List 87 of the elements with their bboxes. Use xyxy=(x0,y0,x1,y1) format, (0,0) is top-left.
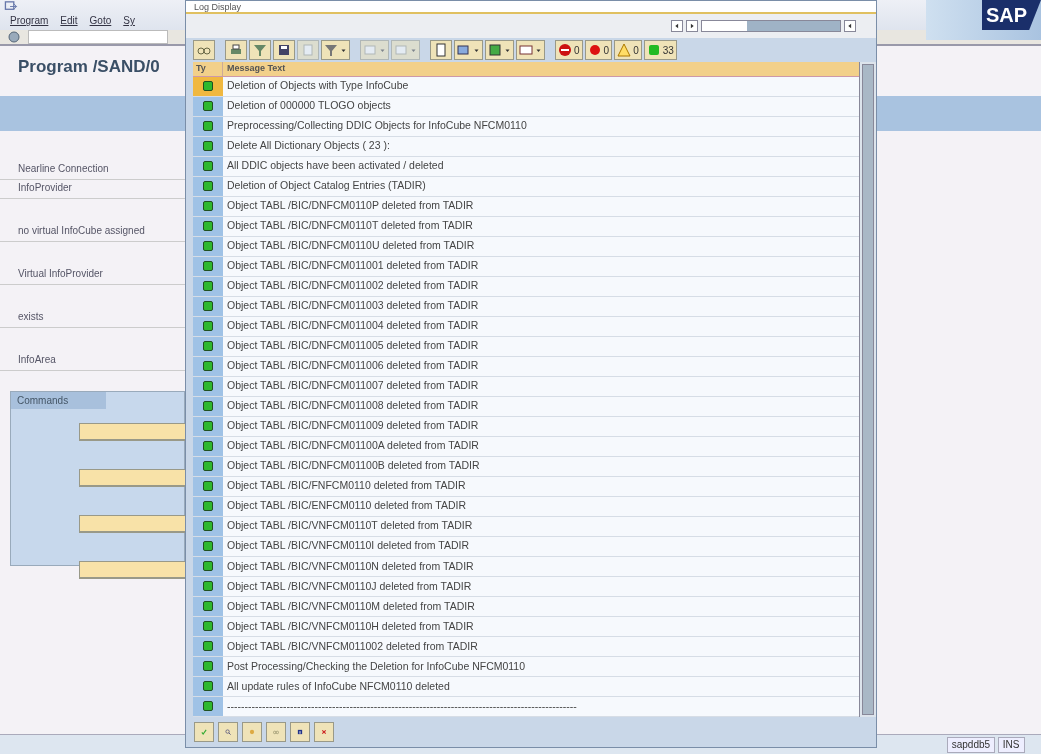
menu-item[interactable]: Sy xyxy=(117,13,141,28)
message-text: Deletion of Object Catalog Entries (TADIR) xyxy=(226,178,426,194)
field-label: Virtual InfoProvider xyxy=(0,266,185,285)
sap-logo: SAP xyxy=(981,0,1041,30)
message-text: Object TABL /BIC/DNFCM0110T deleted from TADIR xyxy=(226,218,473,234)
message-text: Object TABL /BIC/DNFCM011005 deleted from TADIR xyxy=(226,338,479,354)
column-header: Message Text xyxy=(226,62,286,75)
document-icon xyxy=(301,43,315,57)
message-text: All DDIC objects have been activated / deleted xyxy=(226,158,444,174)
stop-filter-button[interactable]: 0 xyxy=(555,40,583,60)
funnel-icon xyxy=(324,43,338,57)
field-label: Nearline Connection xyxy=(0,161,185,180)
message-text: Object TABL /BIC/DNFCM011007 deleted from TADIR xyxy=(226,378,479,394)
message-text: Object TABL /BIC/DNFCM011004 deleted from TADIR xyxy=(226,318,479,334)
layout-icon xyxy=(519,43,533,57)
check-button[interactable] xyxy=(194,722,214,742)
grid-icon xyxy=(363,43,377,57)
field-label: InfoProvider xyxy=(0,180,185,199)
message-text: Delete All Dictionary Objects ( 23 ): xyxy=(226,138,390,154)
scroll-left-button[interactable] xyxy=(671,20,683,32)
right-arrow-icon xyxy=(688,22,696,30)
menu-item[interactable]: Program xyxy=(4,13,55,28)
message-text: Object TABL /BIC/DNFCM011006 deleted from TADIR xyxy=(226,358,479,374)
message-text: Object TABL /BIC/DNFCM011002 deleted from TADIR xyxy=(226,278,479,294)
message-text: Preprocessing/Collecting DDIC Objects for InfoCube NFCM0110 xyxy=(226,118,527,134)
field-label: InfoArea xyxy=(0,352,185,371)
message-text: Object TABL /BIC/VNFCM0110T deleted from TADIR xyxy=(226,518,473,534)
print-icon xyxy=(229,43,243,57)
status-field: INS xyxy=(997,736,1025,753)
message-text: Deletion of Objects with Type InfoCube xyxy=(226,78,409,94)
print-button[interactable] xyxy=(225,40,247,60)
scroll-left-button[interactable] xyxy=(844,20,856,32)
message-text: Object TABL /BIC/VNFCM0110J deleted from TADIR xyxy=(226,578,472,594)
warning-filter-button[interactable]: 0 xyxy=(614,40,642,60)
group-title: Commands xyxy=(11,392,106,409)
message-text: Object TABL /BIC/DNFCM011009 deleted from TADIR xyxy=(226,418,479,434)
message-text: Object TABL /BIC/VNFCM0110I deleted from TADIR xyxy=(226,538,469,554)
save-icon xyxy=(277,43,291,57)
error-filter-button[interactable]: 0 xyxy=(584,40,613,60)
message-text: Object TABL /BIC/DNFCM011008 deleted from TADIR xyxy=(226,398,479,414)
command-field[interactable] xyxy=(28,30,168,44)
message-text: Deletion of 000000 TLOGO objects xyxy=(226,98,391,114)
message-text: Object TABL /BIC/DNFCM01100A deleted from TADIR xyxy=(226,438,479,454)
square-icon xyxy=(646,43,661,57)
menu-item[interactable]: Edit xyxy=(54,13,84,28)
dialog-title: Log Display xyxy=(186,1,876,14)
field-label: exists xyxy=(0,309,185,328)
message-text: Object TABL /BIC/VNFCM0110H deleted from TADIR xyxy=(226,618,474,634)
message-text: Post Processing/Checking the Deletion for InfoCube NFCM0110 xyxy=(226,658,526,674)
grid-icon xyxy=(394,43,408,57)
window-button[interactable] xyxy=(454,40,483,60)
status-field: sapddb5 xyxy=(946,736,996,753)
page-icon xyxy=(434,43,448,57)
left-arrow-icon xyxy=(846,22,854,30)
message-text: Object TABL /BIC/DNFCM0110U deleted from TADIR xyxy=(226,238,475,254)
success-filter-button[interactable]: 33 xyxy=(643,40,677,60)
warning-icon xyxy=(617,43,632,57)
page-button[interactable] xyxy=(430,40,452,60)
screen-title: Program /SAND/0 xyxy=(18,57,160,76)
menu-item[interactable]: Goto xyxy=(83,13,118,28)
vertical-scrollbar[interactable] xyxy=(859,62,876,717)
message-text: Object TABL /BIC/DNFCM011003 deleted from TADIR xyxy=(226,298,479,314)
column-header: Ty xyxy=(193,62,223,76)
message-text: Object TABL /BIC/DNFCM011001 deleted from TADIR xyxy=(226,258,479,274)
window-icon xyxy=(4,0,18,13)
error-icon xyxy=(587,43,602,57)
message-text: Object TABL /BIC/VNFCM0110M deleted from TADIR xyxy=(226,598,475,614)
field-label: no virtual InfoCube assigned xyxy=(0,223,185,242)
window-icon xyxy=(457,43,471,57)
funnel-button[interactable] xyxy=(321,40,350,60)
scroll-right-button[interactable] xyxy=(686,20,698,32)
message-text: Object TABL /BIC/VNFCM0110N deleted from TADIR xyxy=(226,558,474,574)
info-button[interactable] xyxy=(290,722,310,742)
save-button[interactable] xyxy=(273,40,295,60)
layout-button[interactable] xyxy=(516,40,545,60)
message-text: ---------------------------------------------------------------------------------------------------- xyxy=(226,698,577,714)
stop-sign-icon xyxy=(558,43,572,57)
horizontal-scrollbar[interactable] xyxy=(701,20,841,32)
message-text: All update rules of InfoCube NFCM0110 deleted xyxy=(226,678,450,694)
message-text: Object TABL /BIC/DNFCM0110P deleted from TADIR xyxy=(226,198,474,214)
filter-icon xyxy=(253,43,267,57)
message-text: Object TABL /BIC/DNFCM01100B deleted from TADIR xyxy=(226,458,480,474)
details-button[interactable] xyxy=(193,40,215,60)
left-arrow-icon xyxy=(673,22,681,30)
message-text: Object TABL /BIC/ENFCM0110 deleted from TADIR xyxy=(226,498,467,514)
message-text: Object TABL /BIC/FNFCM0110 deleted from TADIR xyxy=(226,478,466,494)
message-text: Object TABL /BIC/VNFCM011002 deleted from TADIR xyxy=(226,638,478,654)
